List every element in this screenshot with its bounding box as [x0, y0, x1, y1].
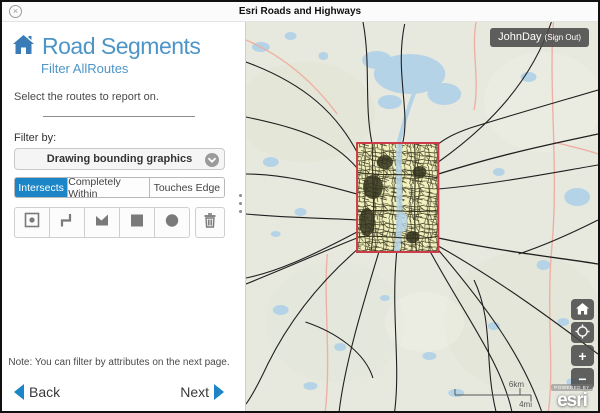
page-subtitle: Filter AllRoutes — [41, 61, 236, 76]
spatial-filter-tabs: Intersects Completely Within Touches Edg… — [14, 177, 225, 198]
page-title: Road Segments — [42, 33, 200, 60]
back-arrow-icon — [14, 384, 24, 400]
locate-icon — [575, 324, 590, 341]
draw-circle-button[interactable] — [154, 207, 190, 238]
home-extent-button[interactable] — [571, 299, 594, 320]
map-controls: + − — [571, 299, 594, 389]
next-arrow-icon — [214, 384, 224, 400]
tab-touches-edge[interactable]: Touches Edge — [149, 178, 224, 197]
draw-rectangle-button[interactable] — [119, 207, 155, 238]
next-label: Next — [180, 384, 209, 400]
draw-toolbar — [14, 207, 225, 238]
filter-method-dropdown[interactable]: Drawing bounding graphics — [14, 148, 225, 170]
draw-polyline-button[interactable] — [49, 207, 85, 238]
sign-out-label: (Sign Out) — [545, 33, 581, 42]
note-text: Note: You can filter by attributes on th… — [2, 357, 236, 368]
tab-completely-within[interactable]: Completely Within — [67, 178, 149, 197]
app-window: × Esri Roads and Highways Road Segments … — [0, 0, 600, 413]
back-label: Back — [29, 384, 60, 400]
panel-gutter — [236, 22, 245, 411]
wizard-footer: Back Next — [14, 384, 224, 400]
filter-by-label: Filter by: — [14, 132, 236, 144]
user-name: JohnDay — [498, 31, 541, 43]
tab-intersects[interactable]: Intersects — [15, 178, 67, 197]
filter-panel: Road Segments Filter AllRoutes Select th… — [2, 22, 236, 411]
point-icon — [23, 211, 41, 234]
trash-icon — [201, 211, 219, 234]
draw-point-button[interactable] — [14, 207, 50, 238]
divider — [43, 116, 195, 117]
home-icon — [12, 34, 35, 60]
user-sign-out-button[interactable]: JohnDay (Sign Out) — [490, 28, 589, 47]
dropdown-selected-value: Drawing bounding graphics — [47, 153, 192, 165]
basemap — [246, 22, 598, 411]
clear-graphics-button[interactable] — [195, 207, 225, 238]
circle-icon — [163, 211, 181, 234]
zoom-in-button[interactable]: + — [571, 345, 594, 366]
draw-polygon-button[interactable] — [84, 207, 120, 238]
home-icon-white — [576, 303, 589, 317]
locate-button[interactable] — [571, 322, 594, 343]
window-title: Esri Roads and Highways — [239, 6, 361, 17]
rectangle-icon — [128, 211, 146, 234]
next-button[interactable]: Next — [180, 384, 224, 400]
polygon-icon — [93, 211, 111, 234]
close-icon[interactable]: × — [9, 5, 22, 18]
title-bar: × Esri Roads and Highways — [2, 2, 598, 22]
chevron-down-icon — [205, 153, 219, 167]
instruction-text: Select the routes to report on. — [14, 91, 236, 103]
polyline-icon — [58, 211, 76, 234]
panel-resize-handle[interactable] — [239, 194, 242, 213]
zoom-out-button[interactable]: − — [571, 368, 594, 389]
map-canvas[interactable]: JohnDay (Sign Out) — [245, 22, 598, 411]
back-button[interactable]: Back — [14, 384, 60, 400]
